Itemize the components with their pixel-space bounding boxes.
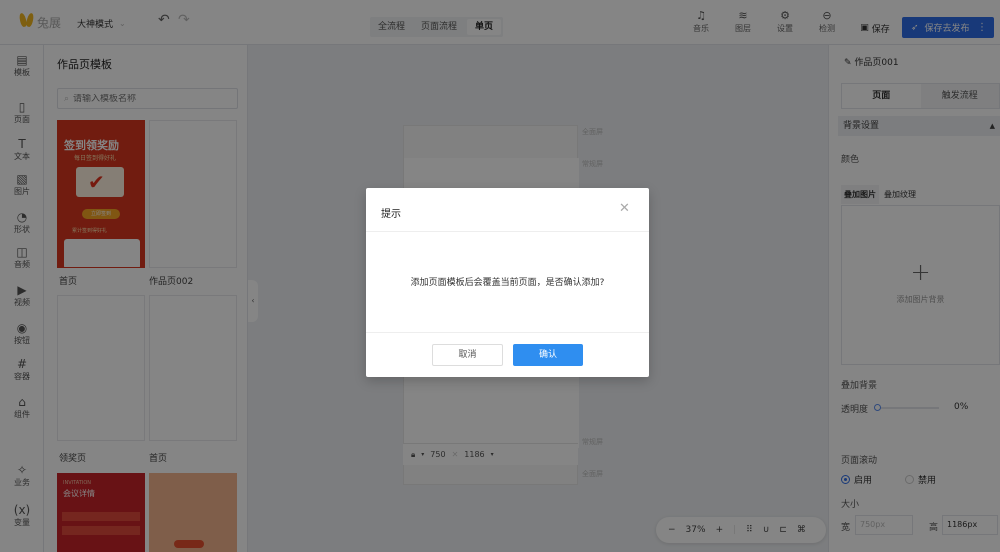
confirm-dialog: 提示 ✕ 添加页面模板后会覆盖当前页面，是否确认添加? 取消 确认 [366,188,649,377]
dialog-divider [366,231,649,232]
dialog-divider [366,332,649,333]
dialog-title: 提示 [381,209,401,220]
editor-app: 兔展 大神模式 ⌄ ↶ ↷ 全流程 页面流程 单页 ♫ 音乐 ≋ 图层 ⚙ 设置… [0,0,1000,552]
cancel-button[interactable]: 取消 [432,344,503,366]
dialog-message: 添加页面模板后会覆盖当前页面，是否确认添加? [410,278,605,288]
confirm-button[interactable]: 确认 [513,344,583,366]
close-icon[interactable]: ✕ [619,201,630,216]
